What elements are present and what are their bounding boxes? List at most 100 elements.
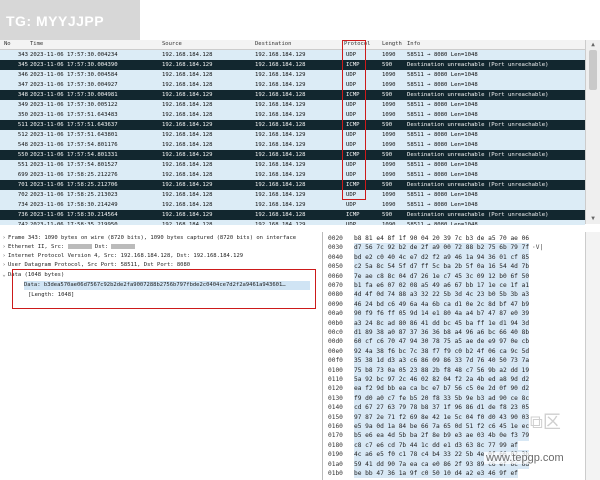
hex-offset: 0100 <box>328 366 343 374</box>
column-length[interactable]: Length <box>382 40 402 49</box>
cell-info: 58511 → 8080 Len=1048 <box>407 222 478 225</box>
column-info[interactable]: Info <box>407 40 420 49</box>
cell-destination: 192.168.184.129 <box>255 142 306 148</box>
packet-row[interactable]: 548 2023-11-06 17:57:54.801176 192.168.184… <box>0 140 585 150</box>
hex-row[interactable]: 01b0 be bb 47 36 1a 9f c0 50 10 d4 a2 e3 … <box>324 469 600 479</box>
column-time[interactable]: Time <box>30 40 43 49</box>
hex-offset: 0040 <box>328 253 343 261</box>
hex-row[interactable]: 0110 5a 92 bc 97 2c 46 02 82 04 f2 2a 4b … <box>324 375 600 385</box>
collapsed-arrow-icon[interactable]: › <box>0 234 8 243</box>
hex-offset: 00c0 <box>328 329 343 336</box>
cell-length: 590 <box>382 182 393 188</box>
cell-source: 192.168.184.128 <box>162 82 213 88</box>
packet-row[interactable]: 550 2023-11-06 17:57:54.801331 192.168.184… <box>0 150 585 160</box>
packet-row[interactable]: 701 2023-11-06 17:58:25.212706 192.168.184… <box>0 180 585 190</box>
collapsed-arrow-icon[interactable]: › <box>0 243 8 252</box>
hex-bytes: d7 56 7c 92 b2 de 2f a9 00 72 88 b2 75 6… <box>354 243 530 253</box>
cell-length: 590 <box>382 152 393 158</box>
hex-row[interactable]: 0090 46 24 bd c6 49 6a 4a 6b ca d1 0e 2c … <box>324 299 600 310</box>
scrollbar-thumb[interactable] <box>589 50 597 90</box>
scroll-up-icon[interactable]: ▲ <box>586 40 600 50</box>
hex-offset: 00f0 <box>328 357 343 365</box>
detail-ip[interactable]: › Internet Protocol Version 4, Src: 192.1… <box>0 252 243 261</box>
hex-row[interactable]: 0070 b1 fa e6 07 02 08 a5 49 a6 67 bb 17 … <box>324 281 600 291</box>
packet-row[interactable]: 349 2023-11-06 17:57:30.005122 192.168.184… <box>0 100 585 110</box>
packet-row[interactable]: 511 2023-11-06 17:57:51.643637 192.168.184… <box>0 120 585 130</box>
cell-time: 2023-11-06 17:57:30.005122 <box>30 102 118 108</box>
packet-row[interactable]: 702 2023-11-06 17:58:25.213023 192.168.184… <box>0 190 585 200</box>
cell-source: 192.168.184.128 <box>162 52 213 58</box>
packet-row[interactable]: 348 2023-11-06 17:57:30.004981 192.168.184… <box>0 90 585 100</box>
cell-source: 192.168.184.129 <box>162 92 213 98</box>
hex-row[interactable]: 0100 75 b8 73 0a 05 23 88 2b f8 48 c7 56 … <box>324 365 600 375</box>
cell-info: Destination unreachable (Port unreachabl… <box>407 152 549 158</box>
hex-row[interactable]: 0030 d7 56 7c 92 b2 de 2f a9 00 72 88 b2 … <box>324 243 600 253</box>
packet-row[interactable]: 734 2023-11-06 17:58:30.214249 192.168.184… <box>0 200 585 210</box>
cell-no: 349 <box>17 102 28 108</box>
hex-row[interactable]: 00f0 35 38 1d d3 a3 c6 86 09 86 33 7d 76 … <box>324 356 600 366</box>
packet-row[interactable]: 346 2023-11-06 17:57:30.004584 192.168.184… <box>0 70 585 80</box>
expanded-arrow-icon[interactable]: ⌄ <box>0 271 8 280</box>
column-source[interactable]: Source <box>162 40 182 49</box>
cell-length: 1090 <box>382 162 396 168</box>
hex-row[interactable]: 00c0 d1 89 38 a0 87 37 36 36 b8 a4 96 a6 … <box>324 328 600 338</box>
hex-row[interactable]: 0020 b8 81 e4 8f 1f 90 04 20 39 7c b3 de … <box>324 234 600 243</box>
hex-dump[interactable]: 0020 b8 81 e4 8f 1f 90 04 20 39 7c b3 de … <box>324 232 600 480</box>
cell-source: 192.168.184.129 <box>162 62 213 68</box>
cell-source: 192.168.184.128 <box>162 192 213 198</box>
detail-frame[interactable]: › Frame 343: 1090 bytes on wire (8720 bit… <box>0 234 296 243</box>
cell-source: 192.168.184.128 <box>162 112 213 118</box>
packet-row[interactable]: 736 2023-11-06 17:58:30.214564 192.168.184… <box>0 210 585 220</box>
hex-offset: 0060 <box>328 272 343 280</box>
hex-row[interactable]: 0040 bd e2 c0 40 4c e7 d2 f2 a9 46 1a 94 … <box>324 252 600 263</box>
hex-bytes: 4d 4f 0d 74 88 a3 32 22 5b 3d 4c 23 b0 5… <box>354 290 530 300</box>
packet-row[interactable]: 345 2023-11-06 17:57:30.004390 192.168.184… <box>0 60 585 70</box>
hex-offset: 0190 <box>328 451 343 459</box>
packet-row[interactable]: 350 2023-11-06 17:57:51.643483 192.168.184… <box>0 110 585 120</box>
cell-time: 2023-11-06 17:58:25.213023 <box>30 192 118 198</box>
packet-row[interactable]: 347 2023-11-06 17:57:30.004927 192.168.184… <box>0 80 585 90</box>
hex-bytes: bd e2 c0 40 4c e7 d2 f2 a9 46 1a 94 36 0… <box>354 252 530 263</box>
cell-source: 192.168.184.128 <box>162 172 213 178</box>
hex-row[interactable]: 0120 ea f2 9d bb ea ca bc e7 b7 56 c5 0e … <box>324 384 600 394</box>
hex-offset: 0050 <box>328 263 343 271</box>
packet-details[interactable]: › Frame 343: 1090 bytes on wire (8720 bit… <box>0 232 323 480</box>
detail-ethernet[interactable]: › Ethernet II, Src: Dst: <box>0 243 136 252</box>
hex-row[interactable]: 0080 4d 4f 0d 74 88 a3 32 22 5b 3d 4c 23 … <box>324 290 600 300</box>
hex-bytes: e5 9a 0d 1a 84 be 66 7a 65 0d 51 f2 c6 4… <box>354 422 530 432</box>
hex-offset: 0070 <box>328 282 343 289</box>
hex-row[interactable]: 00b0 a3 24 8c ad 80 86 41 dd bc 45 ba ff … <box>324 318 600 328</box>
hex-row[interactable]: 00a0 90 f9 f6 ff 05 9d 14 e1 80 4a a4 b7 … <box>324 309 600 319</box>
cell-no: 550 <box>17 152 28 158</box>
cell-length: 1090 <box>382 222 396 225</box>
cell-length: 1090 <box>382 112 396 118</box>
column-destination[interactable]: Destination <box>255 40 291 49</box>
hex-scrollbar[interactable] <box>585 232 600 480</box>
packet-list-header: No Time Source Destination Protocol Leng… <box>0 40 600 50</box>
cell-source: 192.168.184.129 <box>162 212 213 218</box>
cell-protocol: UDP <box>346 202 357 208</box>
cell-no: 699 <box>17 172 28 178</box>
hex-row[interactable]: 0180 c8 c7 e6 cd 7b 44 1c dd e1 d3 63 8c … <box>324 440 600 451</box>
hex-row[interactable]: 00d0 60 cf c6 70 47 94 30 78 75 a5 ae de … <box>324 337 600 347</box>
collapsed-arrow-icon[interactable]: › <box>0 252 8 261</box>
packet-row[interactable]: 742 2023-11-06 17:58:35.219950 192.168.184… <box>0 220 585 225</box>
packet-row[interactable]: 699 2023-11-06 17:58:25.212276 192.168.184… <box>0 170 585 180</box>
hex-row[interactable]: 0130 f9 d0 a0 c7 fe b5 20 f8 33 5b 9e b3 … <box>324 393 600 404</box>
collapsed-arrow-icon[interactable]: › <box>0 261 8 270</box>
hex-row[interactable]: 0050 c2 5a 8c 54 5f d7 ff 5c ba 2b 5f 0a … <box>324 262 600 272</box>
hex-row[interactable]: 00e0 92 4a 38 f6 bc 7c 38 f7 f9 c0 b2 4f … <box>324 346 600 357</box>
cell-info: Destination unreachable (Port unreachabl… <box>407 182 549 188</box>
column-no[interactable]: No <box>4 40 11 49</box>
hex-bytes: f9 d0 a0 c7 fe b5 20 f8 33 5b 9e b3 ad 9… <box>354 393 530 404</box>
scroll-down-icon[interactable]: ▼ <box>586 214 600 224</box>
cell-time: 2023-11-06 17:58:30.214564 <box>30 212 118 218</box>
packet-list-scrollbar[interactable]: ▲ ▼ <box>585 40 600 224</box>
cell-time: 2023-11-06 17:57:51.643801 <box>30 132 118 138</box>
cell-time: 2023-11-06 17:58:30.214249 <box>30 202 118 208</box>
packet-row[interactable]: 512 2023-11-06 17:57:51.643801 192.168.184… <box>0 130 585 140</box>
packet-row[interactable]: 343 2023-11-06 17:57:30.004234 192.168.184… <box>0 50 585 60</box>
packet-list[interactable]: No Time Source Destination Protocol Leng… <box>0 40 600 225</box>
hex-row[interactable]: 0060 7e ae c8 8c 04 d7 26 1e c7 45 3c 09 … <box>324 271 600 281</box>
packet-row[interactable]: 551 2023-11-06 17:57:54.801527 192.168.184… <box>0 160 585 170</box>
